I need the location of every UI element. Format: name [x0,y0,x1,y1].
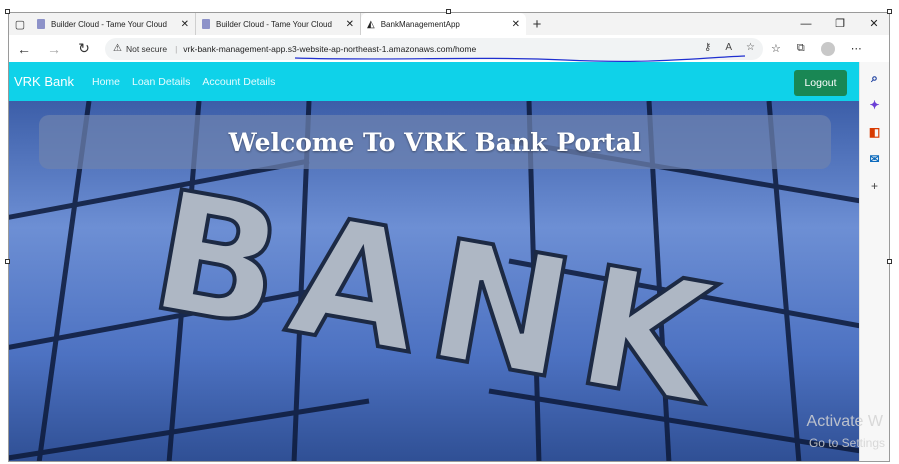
more-menu-icon[interactable]: ⋯ [851,42,862,55]
favorites-icon[interactable]: ☆ [771,42,781,55]
restore-icon[interactable]: ❐ [823,13,857,35]
resize-handle[interactable] [5,259,10,264]
back-button[interactable]: ← [9,41,39,57]
search-icon[interactable]: ⌕ [867,70,883,86]
close-window-icon[interactable]: ✕ [857,13,889,35]
tab-bank-management-app[interactable]: ◭ BankManagementApp ✕ [361,13,526,35]
nav-link-loan-details[interactable]: Loan Details [132,76,190,88]
resize-handle[interactable] [887,9,892,14]
tab-actions-icon[interactable]: ▢ [9,13,31,35]
tab-title: Builder Cloud - Tame Your Cloud [51,19,167,29]
profile-avatar[interactable] [820,41,835,56]
app-navbar: VRK Bank Home Loan Details Account Detai… [9,62,861,101]
welcome-banner: Welcome To VRK Bank Portal [39,115,831,169]
windows-activation-watermark: Activate W [806,413,883,430]
close-icon[interactable]: ✕ [181,19,189,30]
angular-favicon-icon: ◭ [367,18,375,30]
refresh-button[interactable]: ↻ [69,40,99,57]
address-bar[interactable]: ⚠ Not secure | vrk-bank-management-app.s… [105,37,763,62]
collections-icon[interactable]: ⧉ [797,42,805,55]
hero-image: BANK Welcome To VRK Bank Portal [9,101,861,461]
tab-title: BankManagementApp [380,19,460,29]
logout-button[interactable]: Logout [794,70,847,96]
outlook-icon[interactable]: ✉ [867,151,883,167]
key-icon[interactable]: ⚷ [704,42,711,53]
tab-builder-cloud-1[interactable]: Builder Cloud - Tame Your Cloud ✕ [31,13,196,35]
resize-handle[interactable] [887,259,892,264]
divider: | [175,43,178,54]
nav-link-home[interactable]: Home [92,76,120,88]
page-title: Welcome To VRK Bank Portal [228,127,642,157]
address-bar-icons: ⚷ A ☆ [704,42,755,53]
office-icon[interactable]: ◧ [867,124,883,140]
page-favicon-icon [37,19,45,29]
hero-bank-letters: BANK [139,155,739,444]
window-controls: — ❐ ✕ [789,13,889,35]
handwritten-underline [295,54,745,62]
close-icon[interactable]: ✕ [346,19,354,30]
browser-window: ▢ Builder Cloud - Tame Your Cloud ✕ Buil… [8,12,890,462]
nav-link-account-details[interactable]: Account Details [202,76,275,88]
tab-strip: ▢ Builder Cloud - Tame Your Cloud ✕ Buil… [9,13,889,35]
forward-button[interactable]: → [39,41,69,57]
minimize-icon[interactable]: — [789,13,823,35]
warning-icon[interactable]: ⚠ [113,43,122,54]
tab-title: Builder Cloud - Tame Your Cloud [216,19,332,29]
new-tab-button[interactable]: + [526,16,548,33]
address-toolbar: ← → ↻ ⚠ Not secure | vrk-bank-management… [9,35,889,62]
page-favicon-icon [202,19,210,29]
resize-handle[interactable] [5,9,10,14]
windows-activation-subtext: Go to Settings [808,436,885,450]
browser-toolbar: ☆ ⧉ ⋯ [771,41,862,56]
security-label[interactable]: Not secure [126,44,167,54]
tab-builder-cloud-2[interactable]: Builder Cloud - Tame Your Cloud ✕ [196,13,361,35]
copilot-icon[interactable]: ✦ [867,97,883,113]
resize-handle[interactable] [446,9,451,14]
brand-link[interactable]: VRK Bank [14,74,74,89]
edge-sidebar: ⌕ ✦ ◧ ✉ + [859,62,889,461]
add-icon[interactable]: + [867,178,883,194]
url-text[interactable]: vrk-bank-management-app.s3-website-ap-no… [183,44,476,54]
web-page: VRK Bank Home Loan Details Account Detai… [9,62,861,461]
close-icon[interactable]: ✕ [512,19,520,30]
add-favorite-icon[interactable]: ☆ [746,42,755,53]
read-aloud-icon[interactable]: A [725,42,732,53]
